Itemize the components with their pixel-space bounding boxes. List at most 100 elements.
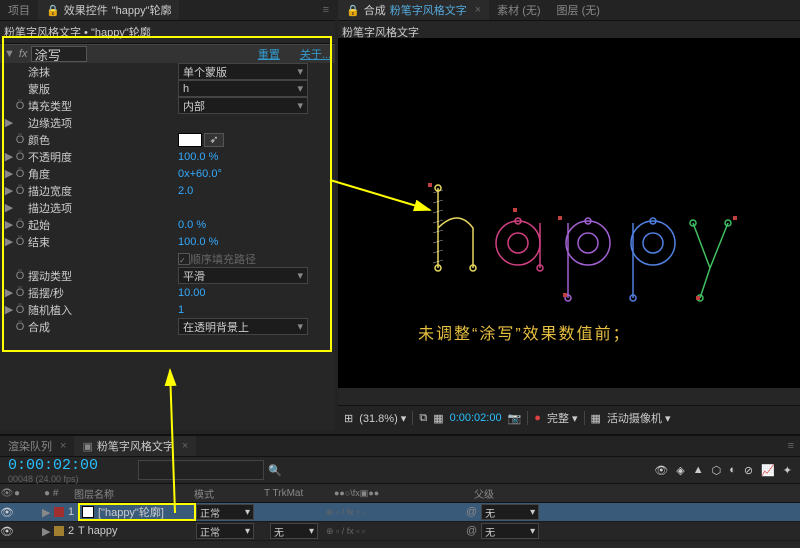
twirl-icon[interactable]: ▶ bbox=[42, 525, 54, 538]
alpha-icon[interactable]: ▦ bbox=[433, 412, 443, 425]
prop-label: 角度 bbox=[26, 166, 178, 182]
composition-viewer[interactable]: 未调整“涂写”效果数值前； bbox=[338, 38, 800, 388]
prop-value[interactable]: 0x+60.0° bbox=[178, 168, 222, 180]
prop-dropdown[interactable]: 在透明背景上▾ bbox=[178, 318, 308, 335]
prop-value[interactable]: 10.00 bbox=[178, 287, 206, 299]
camera-dropdown[interactable]: 活动摄像机 ▾ bbox=[607, 410, 671, 426]
fx-name-input[interactable] bbox=[31, 46, 87, 62]
timeline-search[interactable] bbox=[138, 460, 264, 480]
twirl-icon[interactable]: ▶ bbox=[4, 286, 14, 299]
layer-name[interactable]: T happy bbox=[78, 525, 118, 537]
prop-value[interactable]: 1 bbox=[178, 304, 184, 316]
label-color[interactable] bbox=[54, 507, 64, 517]
checkbox[interactable] bbox=[178, 253, 190, 265]
col-parent[interactable]: 父级 bbox=[474, 486, 534, 501]
stopwatch-icon[interactable]: Ö bbox=[14, 185, 26, 197]
col-name[interactable]: 图层名称 bbox=[74, 486, 194, 501]
layer-row[interactable]: 👁 ▶ 1 ["happy"轮廓] 正常▾ ▾ ⊕ ▫ / fx ▫ ▫ @ 无… bbox=[0, 503, 800, 522]
channel-icon[interactable]: ● bbox=[534, 412, 541, 424]
prop-value[interactable]: 2.0 bbox=[178, 185, 193, 197]
graph-icon[interactable]: 📈 bbox=[761, 464, 775, 477]
layer-switches[interactable]: ⊕ ▫ / fx ▫ ▫ bbox=[318, 526, 466, 537]
col-mode[interactable]: 模式 bbox=[194, 486, 264, 501]
eyedropper-icon[interactable]: ➶ bbox=[204, 133, 224, 147]
tab-render-queue[interactable]: 渲染队列× bbox=[0, 436, 74, 456]
twirl-icon[interactable]: ▶ bbox=[4, 218, 14, 231]
twirl-icon[interactable]: ▶ bbox=[4, 201, 14, 214]
twirl-icon[interactable]: ▶ bbox=[4, 116, 14, 129]
stopwatch-icon[interactable]: Ö bbox=[14, 168, 26, 180]
prop-value[interactable]: 100.0 % bbox=[178, 151, 218, 163]
stopwatch-icon[interactable]: Ö bbox=[14, 134, 26, 146]
layer-switches[interactable]: ⊕ ▫ / fx ▫ ▫ bbox=[318, 507, 466, 518]
stopwatch-icon[interactable]: Ö bbox=[14, 100, 26, 112]
stopwatch-icon[interactable]: Ö bbox=[14, 287, 26, 299]
parent-dropdown[interactable]: 无▾ bbox=[481, 504, 539, 520]
blend-mode-dropdown[interactable]: 正常▾ bbox=[196, 504, 254, 520]
prop-dropdown[interactable]: h▾ bbox=[178, 80, 308, 97]
quality-icon[interactable]: ▲ bbox=[693, 464, 704, 476]
search-icon[interactable]: 🔍 bbox=[268, 464, 282, 477]
close-icon[interactable]: × bbox=[475, 4, 481, 16]
stopwatch-icon[interactable]: Ö bbox=[14, 304, 26, 316]
prop-dropdown[interactable]: 单个蒙版▾ bbox=[178, 63, 308, 80]
time-display[interactable]: 0:00:02:00 bbox=[450, 412, 502, 424]
prop-value[interactable]: 0.0 % bbox=[178, 219, 206, 231]
label-color[interactable] bbox=[54, 526, 64, 536]
fx-reset[interactable]: 重置 bbox=[258, 46, 280, 62]
stopwatch-icon[interactable]: Ö bbox=[14, 151, 26, 163]
prop-dropdown[interactable]: 平滑▾ bbox=[178, 267, 308, 284]
prop-value[interactable]: 100.0 % bbox=[178, 236, 218, 248]
twirl-icon[interactable]: ▶ bbox=[4, 150, 14, 163]
brain-icon[interactable]: ✦ bbox=[783, 464, 792, 477]
eye-icon[interactable]: 👁 bbox=[0, 525, 14, 538]
fx-twirl-icon[interactable]: ▼ bbox=[4, 48, 15, 60]
res-icon[interactable]: ⧉ bbox=[419, 412, 427, 425]
twirl-icon[interactable]: ▶ bbox=[4, 235, 14, 248]
prop-label: 蒙版 bbox=[26, 81, 178, 97]
shy-icon[interactable]: 👁 bbox=[654, 464, 668, 477]
color-swatch[interactable] bbox=[178, 133, 202, 147]
stopwatch-icon[interactable]: Ö bbox=[14, 236, 26, 248]
twirl-icon[interactable]: ▶ bbox=[4, 167, 14, 180]
tab-comp-timeline[interactable]: ▣ 粉笔字风格文字 × bbox=[74, 436, 196, 456]
quality-dropdown[interactable]: 完整 ▾ bbox=[547, 410, 578, 426]
motion-blur-icon[interactable]: ⊘ bbox=[744, 464, 753, 477]
blend-mode-dropdown[interactable]: 正常▾ bbox=[196, 523, 254, 539]
prop-dropdown[interactable]: 内部▾ bbox=[178, 97, 308, 114]
collapse-icon[interactable]: ◈ bbox=[676, 464, 684, 477]
prop-row: Ö摆动类型平滑▾ bbox=[0, 267, 335, 284]
frame-blend-icon[interactable]: ◐ bbox=[729, 464, 736, 476]
layer-name[interactable]: ["happy"轮廓] bbox=[98, 504, 164, 520]
layer-row[interactable]: 👁 ▶ 2 T happy 正常▾ 无▾ ⊕ ▫ / fx ▫ ▫ @ 无▾ bbox=[0, 522, 800, 541]
twirl-icon[interactable]: ▶ bbox=[4, 184, 14, 197]
zoom-dropdown[interactable]: (31.8%) ▾ bbox=[359, 412, 406, 425]
panel-menu-icon[interactable]: ≡ bbox=[317, 4, 335, 16]
timecode-block[interactable]: 0:00:02:00 00048 (24.00 fps) bbox=[8, 457, 98, 484]
stopwatch-icon[interactable]: Ö bbox=[14, 219, 26, 231]
pickwhip-icon[interactable]: @ bbox=[466, 506, 477, 518]
close-icon[interactable]: × bbox=[182, 440, 188, 452]
grid-icon[interactable]: ⊞ bbox=[344, 412, 353, 425]
fx-icon[interactable]: ⬡ bbox=[712, 464, 722, 477]
fx-about[interactable]: 关于... bbox=[300, 46, 331, 62]
stopwatch-icon[interactable]: Ö bbox=[14, 321, 26, 333]
eye-icon[interactable]: 👁 bbox=[0, 506, 14, 519]
tab-project[interactable]: 项目 bbox=[0, 0, 38, 20]
trkmat-dropdown[interactable]: 无▾ bbox=[270, 523, 318, 539]
prop-label: 描边选项 bbox=[26, 200, 178, 216]
twirl-icon[interactable]: ▶ bbox=[42, 506, 54, 519]
panel-menu-icon[interactable]: ≡ bbox=[782, 440, 800, 452]
tab-composition[interactable]: 🔒 合成 粉笔字风格文字 × bbox=[338, 0, 489, 20]
stopwatch-icon[interactable]: Ö bbox=[14, 270, 26, 282]
tab-effect-controls[interactable]: 🔒 效果控件 "happy"轮廓 bbox=[38, 0, 179, 20]
tab-layer[interactable]: 图层 (无) bbox=[549, 0, 608, 20]
prop-row: ▶Ö结束100.0 % bbox=[0, 233, 335, 250]
pickwhip-icon[interactable]: @ bbox=[466, 525, 477, 537]
parent-dropdown[interactable]: 无▾ bbox=[481, 523, 539, 539]
view-icon[interactable]: ▦ bbox=[591, 412, 601, 425]
twirl-icon[interactable]: ▶ bbox=[4, 303, 14, 316]
snapshot-icon[interactable]: 📷 bbox=[508, 412, 522, 425]
col-trkmat[interactable]: T TrkMat bbox=[264, 488, 334, 499]
tab-footage[interactable]: 素材 (无) bbox=[489, 0, 548, 20]
